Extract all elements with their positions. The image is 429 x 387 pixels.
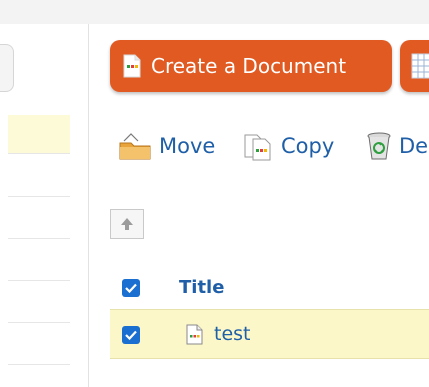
delete-label: De [399, 134, 429, 158]
page: Create a Document Move Copy De Title tes… [0, 0, 429, 387]
left-panel-row-divider [8, 238, 70, 239]
top-strip [0, 0, 429, 24]
left-panel-row-divider [8, 280, 70, 281]
left-panel-row-divider [8, 322, 70, 323]
checkmark-icon [125, 283, 137, 294]
select-all-checkbox[interactable] [122, 279, 140, 297]
create-document-button[interactable]: Create a Document [110, 40, 392, 92]
move-folder-icon [119, 131, 151, 160]
table-row[interactable]: test [110, 309, 429, 359]
table-header: Title [110, 268, 429, 308]
left-panel-selected-row[interactable] [8, 115, 70, 153]
title-column-header[interactable]: Title [179, 277, 224, 298]
copy-button[interactable]: Copy [243, 131, 334, 161]
left-panel-button[interactable] [0, 44, 14, 92]
document-icon [186, 324, 203, 344]
arrow-up-icon [121, 218, 133, 230]
document-link[interactable]: test [186, 323, 251, 345]
left-panel-row-divider [8, 196, 70, 197]
checkmark-icon [125, 330, 137, 341]
left-panel-row-divider [8, 364, 70, 365]
row-checkbox[interactable] [122, 326, 140, 344]
copy-label: Copy [281, 134, 335, 158]
delete-button[interactable]: De [365, 131, 428, 161]
document-name: test [214, 323, 251, 345]
move-label: Move [159, 134, 216, 158]
trash-icon [367, 132, 391, 160]
spreadsheet-icon [411, 53, 429, 79]
up-level-button[interactable] [110, 209, 144, 239]
next-toolbar-button[interactable] [400, 40, 429, 92]
left-panel-row-divider [8, 153, 70, 154]
copy-icon [244, 134, 271, 161]
document-icon [123, 54, 141, 78]
create-document-label: Create a Document [151, 54, 347, 78]
left-panel [0, 24, 89, 387]
move-button[interactable]: Move [117, 131, 215, 161]
